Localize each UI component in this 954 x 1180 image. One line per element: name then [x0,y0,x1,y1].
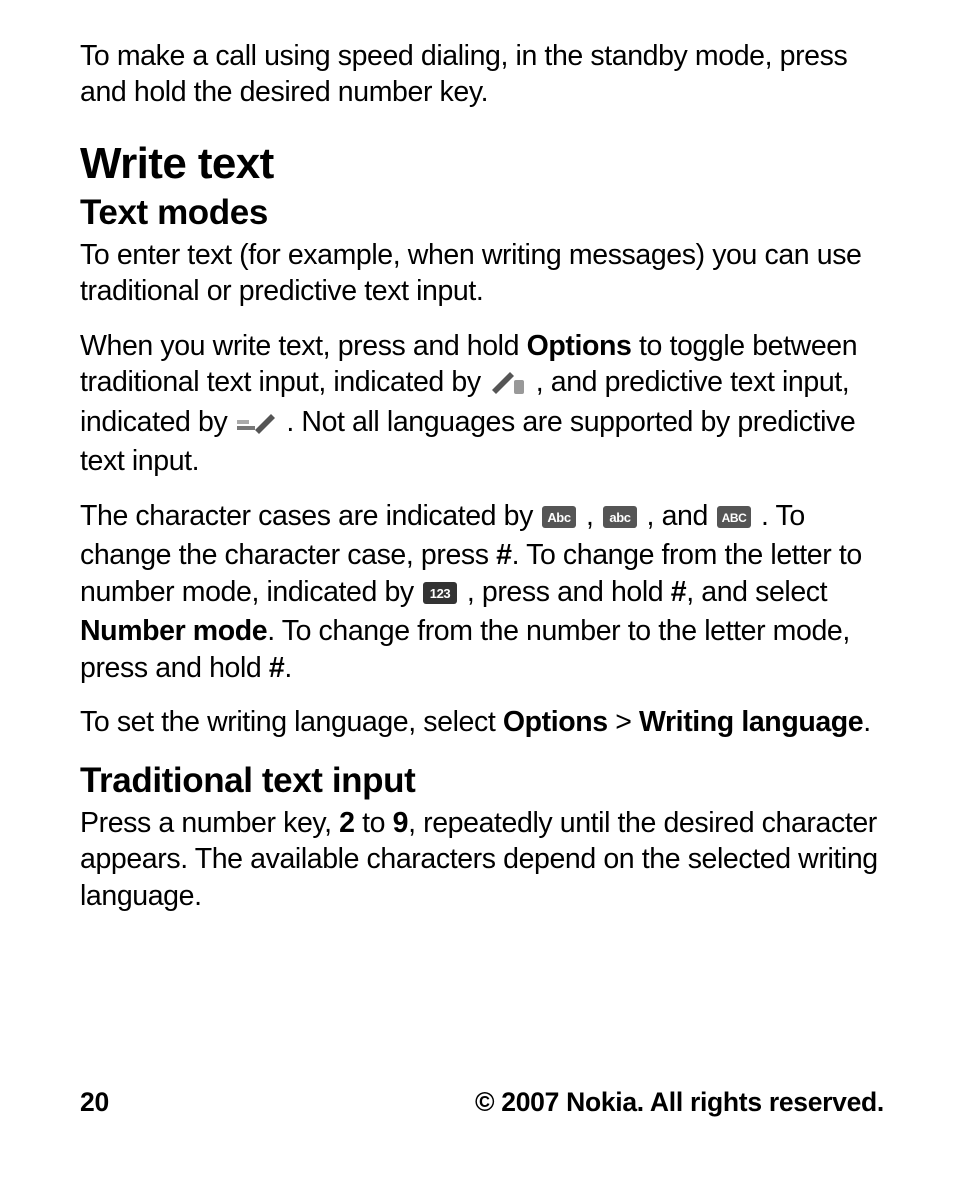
bold-key-9: 9 [393,807,408,839]
case-abc-lower-icon: abc [603,501,637,537]
svg-text:abc: abc [609,510,630,525]
bold-hash: # [496,539,511,571]
bold-options: Options [527,330,632,362]
page-footer: 20 © 2007 Nokia. All rights reserved. [80,1087,884,1118]
bold-options: Options [503,706,608,738]
text: . [863,706,871,738]
page: To make a call using speed dialing, in t… [0,0,954,1180]
text: The character cases are indicated by [80,500,540,532]
svg-text:ABC: ABC [722,511,748,525]
text: , and [639,500,715,532]
text: , [578,500,601,532]
copyright: © 2007 Nokia. All rights reserved. [475,1087,884,1118]
pencil-predictive-icon [237,407,277,443]
heading-text-modes: Text modes [80,193,884,233]
number-mode-123-icon: 123 [423,577,457,613]
text: To set the writing language, select [80,706,503,738]
svg-text:Abc: Abc [548,510,572,525]
paragraph-toggle-input: When you write text, press and hold Opti… [80,328,884,480]
bold-key-2: 2 [339,807,354,839]
heading-traditional-text-input: Traditional text input [80,761,884,801]
bold-writing-language: Writing language [639,706,863,738]
page-number: 20 [80,1087,109,1118]
bold-hash: # [269,652,284,684]
menu-separator: > [608,706,639,738]
intro-paragraph: To make a call using speed dialing, in t… [80,38,884,111]
text: , press and hold [459,576,670,608]
pencil-traditional-icon [490,367,526,403]
case-abc-upper-icon: ABC [717,501,751,537]
paragraph-text-modes-intro: To enter text (for example, when writing… [80,237,884,310]
text: , and select [686,576,827,608]
paragraph-character-cases: The character cases are indicated by Abc… [80,498,884,686]
paragraph-traditional-input: Press a number key, 2 to 9, repeatedly u… [80,805,884,914]
paragraph-writing-language: To set the writing language, select Opti… [80,704,884,740]
case-abc-title-icon: Abc [542,501,576,537]
text: . [284,652,292,684]
text: Press a number key, [80,807,339,839]
bold-hash: # [671,576,686,608]
bold-number-mode: Number mode [80,615,267,647]
text: to [355,807,393,839]
text: When you write text, press and hold [80,330,527,362]
svg-text:123: 123 [430,586,451,601]
heading-write-text: Write text [80,139,884,189]
